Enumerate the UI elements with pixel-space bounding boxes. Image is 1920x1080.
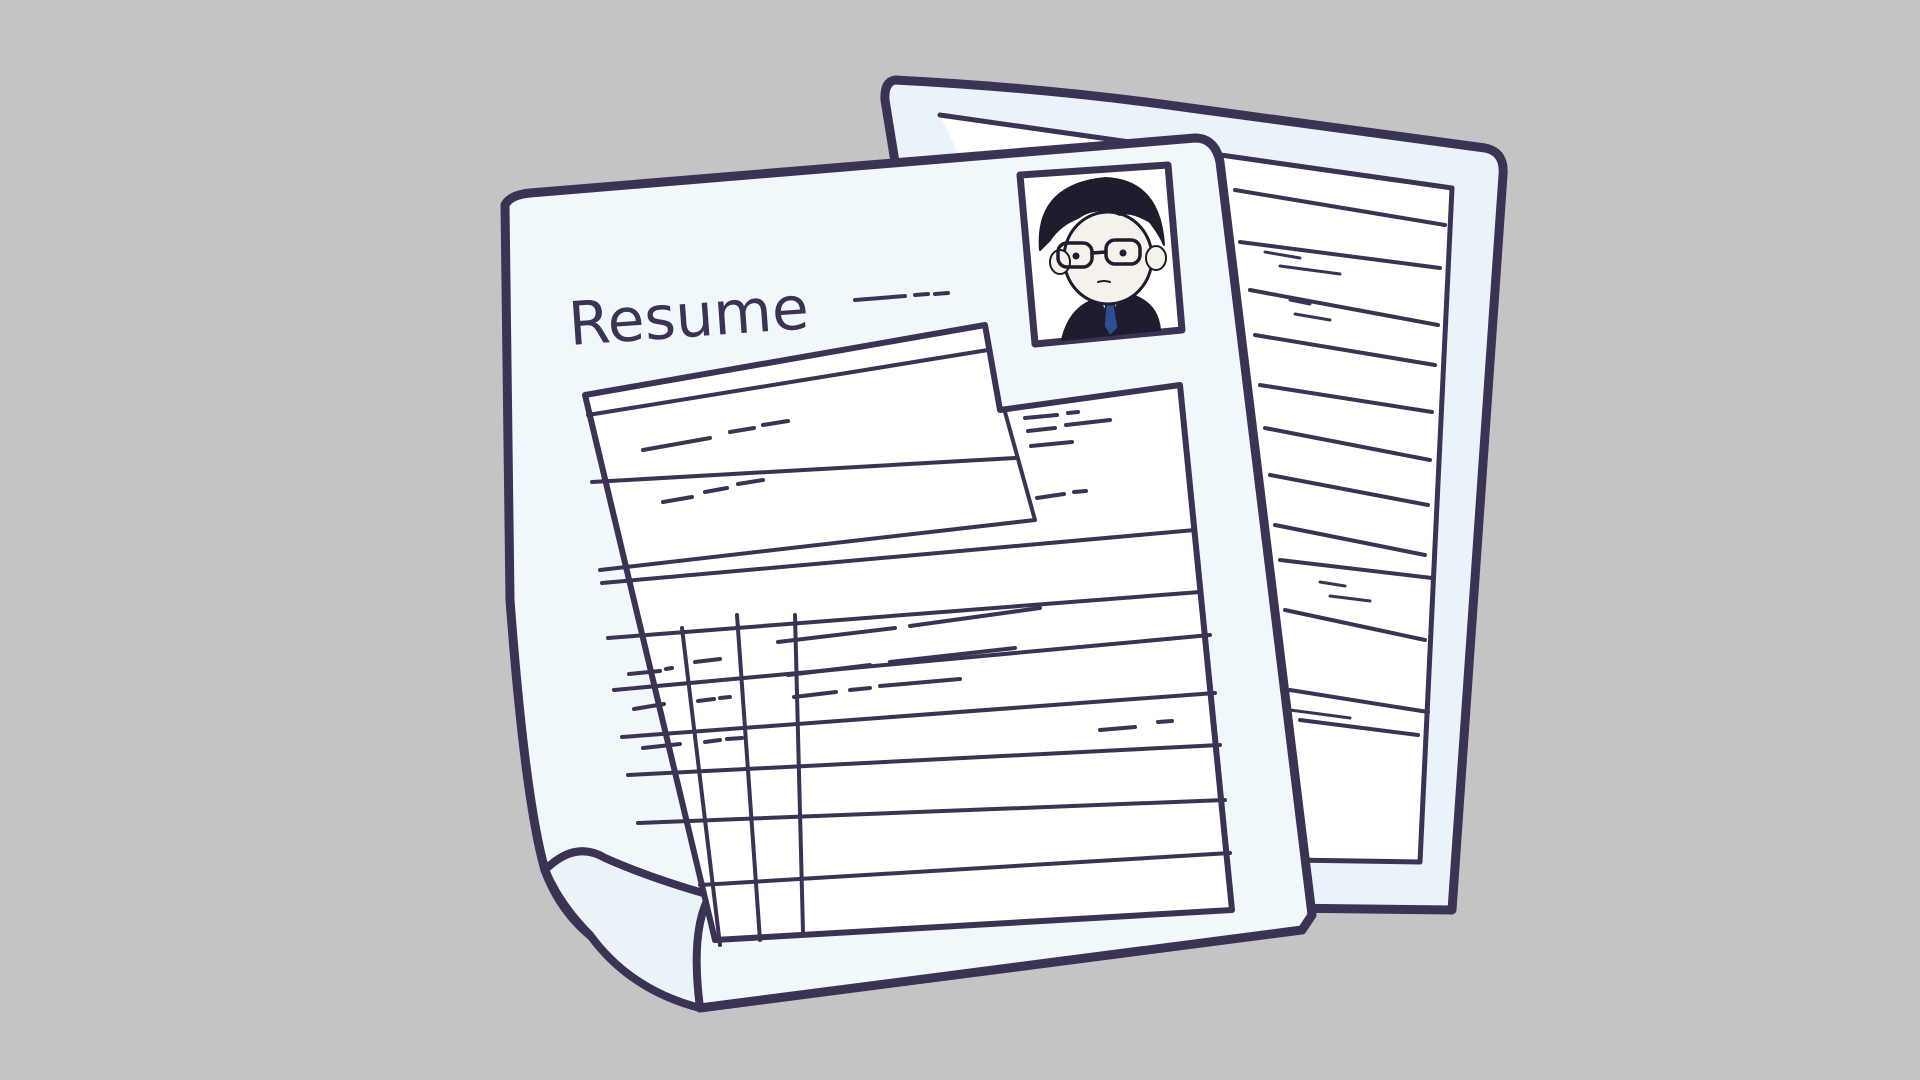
front-dash [848, 686, 872, 692]
front-dash [725, 736, 744, 741]
front-dash [1156, 719, 1174, 724]
front-dash [718, 695, 732, 700]
photo-frame-icon [1016, 161, 1186, 348]
title-dash [933, 291, 950, 296]
portrait-mouth [1097, 280, 1111, 283]
front-dash [696, 697, 716, 703]
resume-illustration: Resume [500, 75, 1508, 1013]
front-dash [1072, 489, 1088, 494]
portrait-ear-right [1145, 245, 1167, 271]
title-dash [913, 292, 930, 297]
portrait-eye-left [1072, 252, 1080, 260]
front-dash [664, 666, 674, 671]
front-dash [703, 738, 722, 744]
front-dash [1066, 410, 1080, 415]
portrait-eye-right [1119, 249, 1127, 257]
front-resume-sheet: Resume [500, 133, 1317, 1013]
glasses-bridge [1090, 250, 1108, 255]
